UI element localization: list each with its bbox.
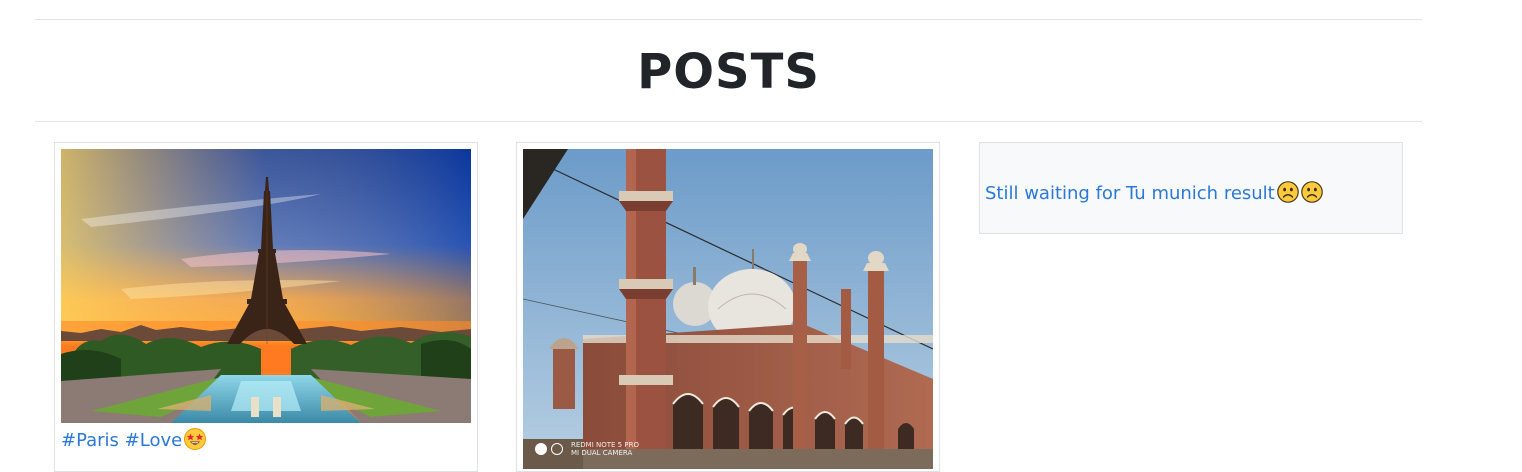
post-card-status: Still waiting for Tu munich result: [979, 142, 1403, 234]
post-image-jama-masjid[interactable]: REDMI NOTE 5 PRO MI DUAL CAMERA: [523, 149, 933, 469]
top-divider: [35, 19, 1422, 20]
post-image-eiffel-tower[interactable]: [61, 149, 471, 423]
star-struck-emoji-icon: [184, 428, 207, 450]
watermark-dot-outline-icon: [551, 443, 563, 455]
status-text[interactable]: Still waiting for Tu munich result: [985, 183, 1275, 204]
post-card-paris: #Paris #Love: [54, 142, 478, 472]
watermark-dot-filled-icon: [535, 443, 547, 455]
status-post[interactable]: Still waiting for Tu munich result: [985, 181, 1323, 206]
title-divider: [35, 121, 1422, 122]
post-card-mosque: REDMI NOTE 5 PRO MI DUAL CAMERA: [516, 142, 940, 472]
hashtags-text[interactable]: #Paris #Love: [61, 430, 182, 451]
frowning-face-emoji-icon: [1276, 181, 1299, 203]
post-caption-paris[interactable]: #Paris #Love: [61, 427, 207, 455]
watermark-line-1: REDMI NOTE 5 PRO: [571, 441, 639, 449]
camera-watermark: REDMI NOTE 5 PRO MI DUAL CAMERA: [535, 441, 639, 457]
watermark-line-2: MI DUAL CAMERA: [571, 449, 633, 457]
page-title: POSTS: [637, 44, 820, 100]
frowning-face-emoji-icon: [1300, 181, 1323, 203]
